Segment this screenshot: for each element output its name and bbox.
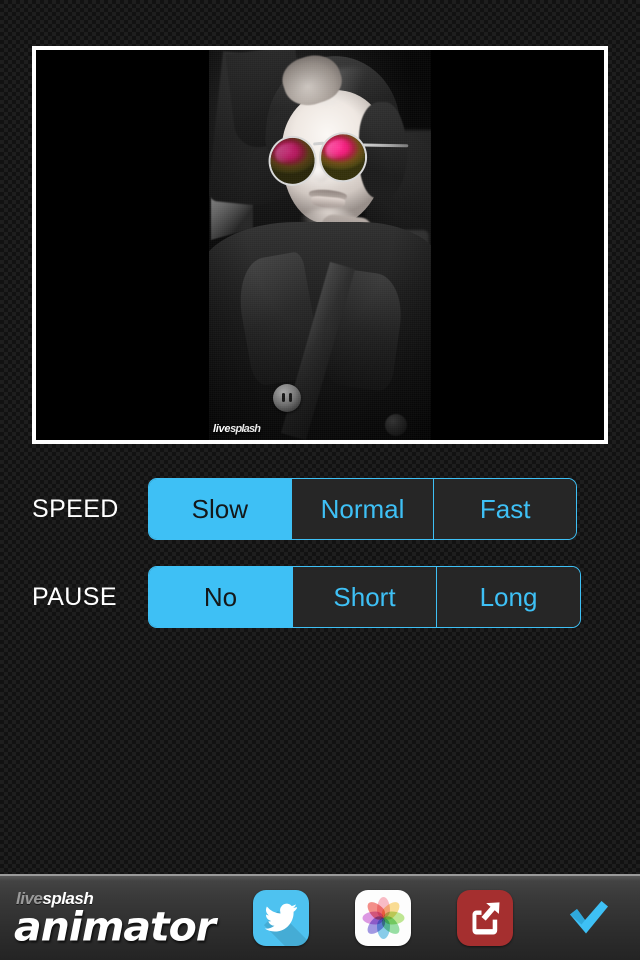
color-splash-right <box>319 132 367 183</box>
speed-setting-row: SPEED Slow Normal Fast <box>0 478 640 540</box>
sunglasses-lens-left <box>266 133 319 188</box>
photo-watermark: livesplash <box>213 423 261 435</box>
photos-pinwheel-icon[interactable] <box>355 890 411 946</box>
sunglasses-lens-right <box>316 130 370 185</box>
app-root: livesplash SPEED Slow Normal Fast PAUSE … <box>0 0 640 960</box>
pause-label: PAUSE <box>32 582 117 611</box>
photos-library-button[interactable] <box>332 890 434 946</box>
bottom-toolbar: livesplash animator <box>0 874 640 960</box>
preview-photo[interactable]: livesplash <box>36 50 604 440</box>
confirm-button[interactable] <box>536 890 638 946</box>
pause-option-short[interactable]: Short <box>293 567 437 627</box>
logo-animator-text: animator <box>14 903 216 951</box>
checkmark-glyph <box>570 901 608 934</box>
pause-setting-row: PAUSE No Short Long <box>0 566 640 628</box>
share-export-button[interactable] <box>434 890 536 946</box>
twitter-bird-glyph <box>264 903 297 932</box>
pause-option-long[interactable]: Long <box>437 567 580 627</box>
twitter-bird-icon[interactable] <box>253 890 309 946</box>
coat-button-secondary <box>385 414 407 436</box>
share-arrow-icon[interactable] <box>457 890 513 946</box>
color-splash-left <box>268 136 317 186</box>
share-arrow-glyph <box>472 902 500 935</box>
app-logo: livesplash animator <box>0 890 230 947</box>
coat-button <box>273 384 301 412</box>
speed-option-slow[interactable]: Slow <box>149 479 292 539</box>
animation-preview-frame[interactable]: livesplash <box>32 46 608 444</box>
watermark-splash: splash <box>230 423 261 435</box>
speed-option-normal[interactable]: Normal <box>291 479 435 539</box>
sunglasses-temple <box>362 143 409 147</box>
photos-pinwheel-glyph <box>362 897 404 939</box>
speed-option-fast[interactable]: Fast <box>434 479 576 539</box>
sunglasses <box>263 122 418 195</box>
speed-label: SPEED <box>32 494 119 523</box>
watermark-live: live <box>213 423 231 435</box>
photo-content: livesplash <box>209 50 431 440</box>
checkmark-icon[interactable] <box>559 890 615 946</box>
pause-segmented-control[interactable]: No Short Long <box>148 566 581 628</box>
pause-option-no[interactable]: No <box>149 567 293 627</box>
speed-segmented-control[interactable]: Slow Normal Fast <box>148 478 577 540</box>
